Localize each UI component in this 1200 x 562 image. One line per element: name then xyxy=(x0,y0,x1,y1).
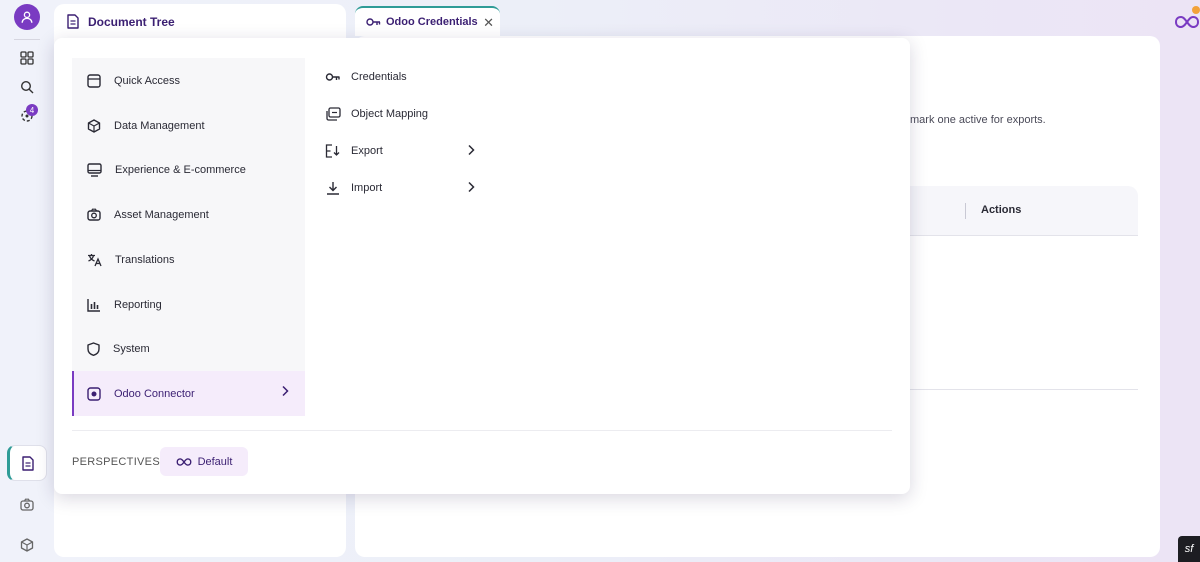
document-icon xyxy=(67,14,79,29)
cube-icon xyxy=(20,538,34,552)
menu-category-quick-access[interactable]: Quick Access xyxy=(72,58,305,103)
box-icon xyxy=(87,118,101,133)
page-description: mark one active for exports. xyxy=(910,114,1046,126)
table-header: Actions xyxy=(910,186,1138,236)
window-icon xyxy=(87,73,101,88)
document-icon xyxy=(22,455,34,471)
menu-category-label: System xyxy=(113,342,150,355)
left-rail: 4 xyxy=(0,0,54,562)
menu-category-experience-ecommerce[interactable]: Experience & E-commerce xyxy=(72,147,305,192)
key-icon xyxy=(366,18,381,26)
menu-category-translations[interactable]: Translations xyxy=(72,237,305,282)
debug-toolbar-icon[interactable]: sf xyxy=(1178,536,1200,562)
infinity-icon xyxy=(176,457,192,466)
perspective-default-button[interactable]: Default xyxy=(160,447,248,476)
document-tree-title: Document Tree xyxy=(88,14,175,29)
menu-category-system[interactable]: System xyxy=(72,326,305,371)
column-header-actions: Actions xyxy=(981,204,1022,216)
camera-icon xyxy=(20,498,34,511)
submenu-credentials[interactable]: Credentials xyxy=(325,65,485,89)
menu-category-label: Asset Management xyxy=(114,208,209,221)
menu-divider xyxy=(72,430,892,431)
rail-divider xyxy=(14,39,40,40)
shield-icon xyxy=(87,341,100,356)
close-icon[interactable]: ✕ xyxy=(483,15,494,31)
status-dot xyxy=(1192,6,1200,14)
menu-category-label: Translations xyxy=(115,253,175,266)
chevron-right-icon xyxy=(468,144,475,156)
menu-category-label: Odoo Connector xyxy=(114,387,195,400)
column-divider xyxy=(965,203,966,219)
user-icon xyxy=(21,11,33,23)
menu-category-data-management[interactable]: Data Management xyxy=(72,103,305,148)
category-list: Quick Access Data Management Experience … xyxy=(72,58,305,416)
assets-button[interactable] xyxy=(13,490,41,518)
search-button[interactable] xyxy=(13,73,41,101)
submenu-label: Import xyxy=(351,182,383,194)
chevron-right-icon xyxy=(468,181,475,193)
submenu-label: Export xyxy=(351,145,383,157)
data-objects-button[interactable] xyxy=(13,531,41,559)
grid-button[interactable] xyxy=(13,44,41,72)
tab-odoo-credentials[interactable]: Odoo Credentials ✕ xyxy=(355,6,500,36)
grid-icon xyxy=(20,51,34,65)
search-icon xyxy=(20,80,34,94)
menu-category-odoo-connector[interactable]: Odoo Connector xyxy=(72,371,305,416)
odoo-icon xyxy=(87,386,101,401)
layers-icon xyxy=(326,107,341,121)
submenu-import[interactable]: Import xyxy=(325,176,485,200)
download-icon xyxy=(327,182,339,195)
submenu-label: Credentials xyxy=(351,71,407,83)
submenu-label: Object Mapping xyxy=(351,108,429,120)
perspective-label: Default xyxy=(197,455,233,468)
menu-category-label: Quick Access xyxy=(114,74,181,87)
camera-icon xyxy=(87,208,101,221)
chevron-right-icon xyxy=(282,385,289,397)
menu-category-label: Reporting xyxy=(114,298,162,311)
perspectives-label: PERSPECTIVES xyxy=(72,456,160,468)
main-navigation-menu: Quick Access Data Management Experience … xyxy=(54,38,910,494)
key-icon xyxy=(325,73,340,81)
menu-category-asset-management[interactable]: Asset Management xyxy=(72,192,305,237)
submenu-object-mapping[interactable]: Object Mapping xyxy=(325,102,485,126)
notification-badge: 4 xyxy=(26,104,38,116)
monitor-icon xyxy=(87,162,102,177)
menu-category-label: Data Management xyxy=(114,119,205,132)
bar-chart-icon xyxy=(87,298,100,312)
submenu-export[interactable]: Export xyxy=(325,139,485,163)
export-icon xyxy=(325,144,340,158)
translate-icon xyxy=(88,253,102,266)
document-tree-header: Document Tree xyxy=(66,14,175,29)
menu-category-reporting[interactable]: Reporting xyxy=(72,282,305,327)
table-divider xyxy=(910,389,1138,390)
tab-label: Odoo Credentials xyxy=(386,16,478,28)
menu-category-label: Experience & E-commerce xyxy=(115,163,246,176)
document-tree-button[interactable] xyxy=(7,445,47,481)
user-avatar[interactable] xyxy=(14,4,40,30)
brand-logo-icon[interactable] xyxy=(1174,12,1200,32)
